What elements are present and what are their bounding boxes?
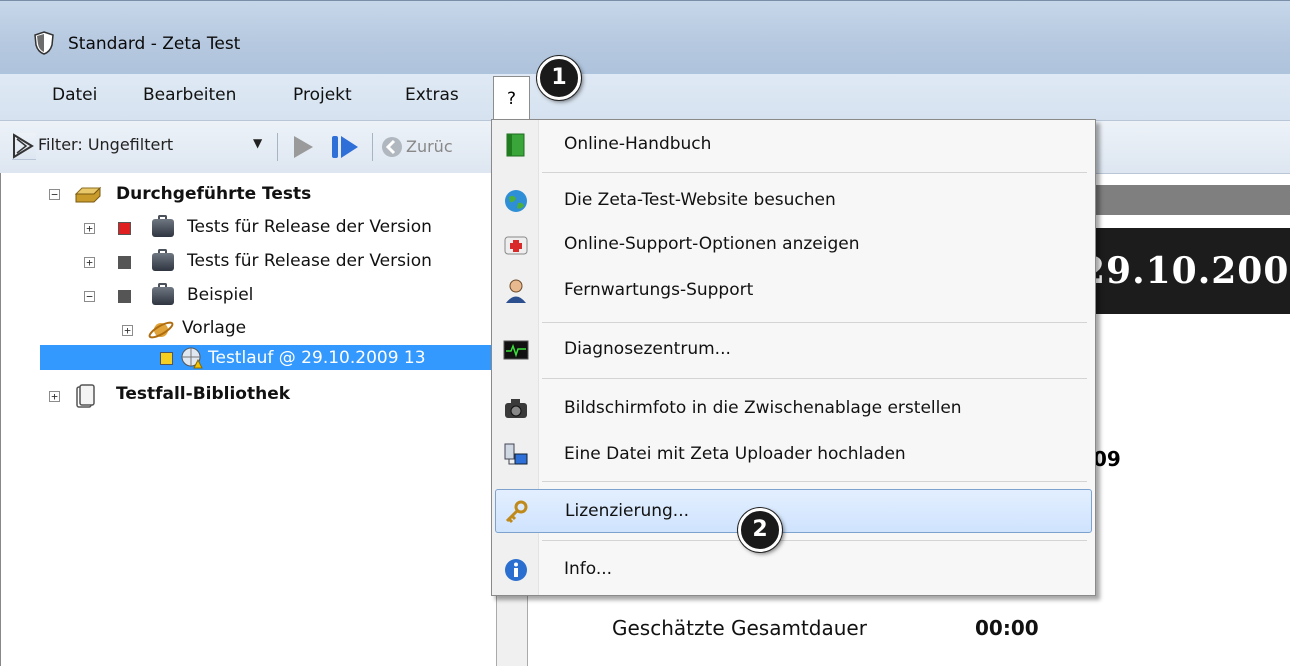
details-date-fragment: 09 <box>1093 447 1121 471</box>
callout-badge-1: 1 <box>537 56 581 100</box>
menu-item-label: Bildschirmfoto in die Zwischenablage ers… <box>564 398 962 418</box>
collapse-toggle[interactable]: − <box>49 189 60 200</box>
tests-folder-icon <box>74 186 102 203</box>
menu-item-screenshot[interactable]: Bildschirmfoto in die Zwischenablage ers… <box>495 387 1092 431</box>
briefcase-icon <box>152 283 174 305</box>
globe-icon <box>505 190 527 212</box>
expand-toggle[interactable]: + <box>84 223 95 234</box>
menu-item-label: Fernwartungs-Support <box>564 280 754 300</box>
expand-toggle[interactable]: + <box>84 257 95 268</box>
first-aid-icon <box>504 236 528 255</box>
menu-item-label: Eine Datei mit Zeta Uploader hochladen <box>564 444 906 464</box>
diagnostics-monitor-icon <box>503 340 529 360</box>
tree-item-release-tests-2[interactable]: Tests für Release der Version <box>187 251 432 271</box>
chevron-down-icon[interactable]: ▼ <box>253 136 262 150</box>
toolbar-separator <box>372 133 373 161</box>
menu-item-info[interactable]: Info... <box>495 548 1092 592</box>
estimated-duration-label: Geschätzte Gesamtdauer <box>612 616 867 640</box>
library-icon <box>76 384 95 408</box>
title-bar: Standard - Zeta Test <box>0 0 1290 74</box>
testrun-globe-warning-icon <box>181 347 203 369</box>
uploader-icon <box>504 443 528 465</box>
menu-item-online-manual[interactable]: Online-Handbuch <box>495 123 1092 167</box>
menu-item-diagnostics[interactable]: Diagnosezentrum... <box>495 328 1092 372</box>
key-icon <box>505 500 528 524</box>
back-button[interactable]: Zurüc <box>406 137 453 156</box>
tree-root-testcase-library[interactable]: Testfall-Bibliothek <box>116 384 290 404</box>
callout-badge-2: 2 <box>738 508 782 552</box>
help-menu: Online-Handbuch Die Zeta-Test-Website be… <box>491 119 1096 596</box>
window-title: Standard - Zeta Test <box>68 34 241 54</box>
menu-item-label: Online-Support-Optionen anzeigen <box>564 234 860 254</box>
menu-separator <box>542 378 1087 379</box>
menu-help[interactable]: ? <box>493 76 530 120</box>
menu-item-label: Online-Handbuch <box>564 134 712 154</box>
book-icon <box>506 133 525 157</box>
menu-item-support-options[interactable]: Online-Support-Optionen anzeigen <box>495 223 1092 267</box>
menu-item-remote-support[interactable]: Fernwartungs-Support <box>495 269 1092 313</box>
support-agent-icon <box>506 279 526 303</box>
back-icon[interactable] <box>381 136 403 158</box>
filter-dropdown[interactable]: Filter: Ungefiltert <box>38 135 173 154</box>
briefcase-icon <box>152 249 174 271</box>
tree-item-testlauf[interactable]: Testlauf @ 29.10.2009 13 <box>208 348 426 368</box>
toolbar-separator <box>277 133 278 161</box>
menu-item-visit-website[interactable]: Die Zeta-Test-Website besuchen <box>495 179 1092 223</box>
menu-separator <box>542 322 1087 323</box>
menu-bearbeiten[interactable]: Bearbeiten <box>143 85 236 105</box>
play-icon[interactable] <box>290 134 316 160</box>
expand-toggle[interactable]: + <box>122 325 133 336</box>
menu-item-label: Diagnosezentrum... <box>564 339 731 359</box>
info-icon <box>505 559 527 581</box>
estimated-duration-value: 00:00 <box>975 616 1039 640</box>
menu-item-label: Info... <box>564 559 613 579</box>
menu-projekt[interactable]: Projekt <box>293 85 352 105</box>
tree-item-release-tests-1[interactable]: Tests für Release der Version <box>187 217 432 237</box>
collapse-toggle[interactable]: − <box>84 291 95 302</box>
menu-item-licensing[interactable]: Lizenzierung... <box>495 489 1092 533</box>
menu-item-label: Die Zeta-Test-Website besuchen <box>564 190 836 210</box>
status-gray-indicator <box>118 290 131 303</box>
menu-extras[interactable]: Extras <box>405 85 459 105</box>
menu-datei[interactable]: Datei <box>52 85 97 105</box>
menu-item-zeta-uploader[interactable]: Eine Datei mit Zeta Uploader hochladen <box>495 433 1092 477</box>
testrun-date: 29.10.2009 <box>1080 250 1290 292</box>
status-yellow-indicator <box>160 352 173 365</box>
menu-separator <box>542 481 1087 482</box>
tree-root-executed-tests[interactable]: Durchgeführte Tests <box>116 184 311 204</box>
tree-item-beispiel[interactable]: Beispiel <box>187 285 253 305</box>
menu-separator <box>542 540 1087 541</box>
briefcase-icon <box>152 215 174 237</box>
camera-icon <box>505 399 527 418</box>
resume-icon[interactable] <box>330 133 360 161</box>
menu-bar: Datei Bearbeiten Projekt Extras <box>0 74 1290 121</box>
filter-icon[interactable] <box>12 133 36 160</box>
app-shield-icon <box>34 31 54 55</box>
status-red-indicator <box>118 222 131 235</box>
menu-separator <box>542 172 1087 173</box>
tree-item-vorlage[interactable]: Vorlage <box>182 318 246 338</box>
test-tree <box>0 173 501 666</box>
menu-item-label: Lizenzierung... <box>565 501 689 521</box>
expand-toggle[interactable]: + <box>49 391 60 402</box>
status-gray-indicator <box>118 256 131 269</box>
template-planet-icon <box>148 321 174 339</box>
